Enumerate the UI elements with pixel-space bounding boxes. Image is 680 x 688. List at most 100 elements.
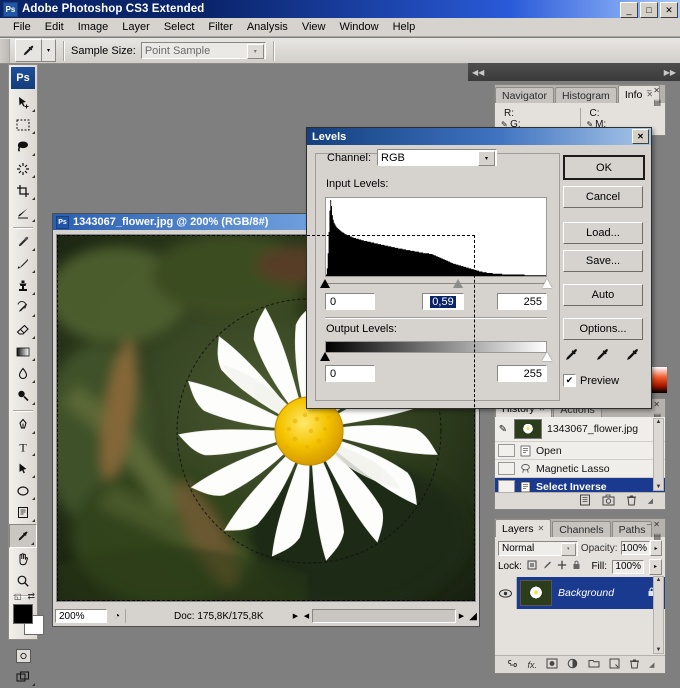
menu-edit[interactable]: Edit [38, 19, 71, 35]
save-button[interactable]: Save... [563, 250, 643, 272]
zoom-level-field[interactable]: 200% [55, 609, 107, 623]
layer-mask-icon[interactable] [546, 658, 558, 672]
set-white-point-icon[interactable] [624, 346, 641, 366]
menu-filter[interactable]: Filter [201, 19, 239, 35]
tool-preset-arrow[interactable]: ▾ [42, 39, 56, 62]
link-layers-icon[interactable] [506, 659, 519, 671]
history-state-magnetic-lasso[interactable]: Magnetic Lasso [495, 460, 665, 478]
eyedropper-icon[interactable] [15, 39, 42, 62]
history-snapshot-row[interactable]: ✎ 1343067_flower.jpg [495, 417, 665, 442]
layer-style-icon[interactable]: fx. [528, 660, 538, 670]
scroll-up-icon[interactable]: ▲ [654, 419, 663, 425]
delete-layer-icon[interactable] [629, 658, 640, 672]
menu-image[interactable]: Image [71, 19, 116, 35]
history-brush-tool[interactable] [9, 297, 37, 319]
scroll-down-icon[interactable]: ▼ [654, 647, 663, 653]
scroll-down-icon[interactable]: ▼ [654, 484, 663, 490]
output-white-slider[interactable] [542, 352, 552, 361]
panel-close-icon[interactable]: ✕ [653, 520, 662, 529]
layers-panel-window-controls[interactable]: –✕ [647, 520, 662, 529]
scroll-right-arrow[interactable]: ▶ [456, 609, 467, 623]
input-gamma-field[interactable]: 0,59 [422, 293, 464, 310]
opacity-field[interactable]: 100% [620, 541, 651, 555]
panel-dock-bar[interactable]: ◀◀ ▶▶ [468, 63, 680, 81]
new-group-icon[interactable] [588, 658, 600, 671]
scroll-up-icon[interactable]: ▲ [654, 577, 663, 583]
pen-tool[interactable] [9, 414, 37, 436]
menu-view[interactable]: View [295, 19, 333, 35]
resize-grip[interactable]: ◢ [467, 610, 477, 622]
options-bar-grip[interactable] [0, 38, 10, 63]
move-tool[interactable] [9, 92, 37, 114]
minimize-button[interactable]: _ [620, 2, 638, 18]
clone-stamp-tool[interactable] [9, 275, 37, 297]
status-menu-arrow[interactable]: ▶ [290, 609, 301, 623]
new-snapshot-icon[interactable] [602, 494, 615, 509]
history-state-open[interactable]: Open [495, 442, 665, 460]
menu-select[interactable]: Select [157, 19, 202, 35]
lock-position-icon[interactable] [557, 560, 567, 573]
input-white-field[interactable]: 255 [497, 293, 547, 310]
history-source-checkbox-3[interactable] [498, 480, 515, 492]
scroll-left-arrow[interactable]: ◀ [301, 609, 312, 623]
horizontal-scrollbar[interactable] [312, 609, 456, 623]
expand-dock-icon[interactable]: ▶▶ [664, 68, 676, 77]
auto-button[interactable]: Auto [563, 284, 643, 306]
levels-histogram[interactable] [325, 197, 547, 277]
menu-analysis[interactable]: Analysis [240, 19, 295, 35]
eraser-tool[interactable] [9, 319, 37, 341]
shape-tool[interactable] [9, 480, 37, 502]
panel-resize-grip[interactable]: ◢ [648, 497, 653, 505]
path-selection-tool[interactable] [9, 458, 37, 480]
preview-checkbox[interactable]: ✔ [563, 374, 576, 387]
levels-title-bar[interactable]: Levels ✕ [307, 128, 651, 145]
cancel-button[interactable]: Cancel [563, 186, 643, 208]
input-levels-slider[interactable] [320, 278, 552, 289]
current-tool-well[interactable]: ▾ [15, 39, 56, 62]
type-tool[interactable]: T [9, 436, 37, 458]
chevron-down-icon[interactable]: ▾ [478, 151, 496, 166]
options-button[interactable]: Options... [563, 318, 643, 340]
color-swatches[interactable]: ◱ ⇄ [13, 591, 44, 640]
output-levels-slider[interactable] [320, 351, 552, 362]
fill-slider-arrow[interactable]: ▸ [649, 558, 662, 575]
channel-select[interactable]: RGB ▾ [377, 149, 498, 166]
preview-options-icon[interactable]: ◔ [109, 609, 126, 623]
history-source-checkbox[interactable] [498, 444, 515, 457]
screen-mode-button[interactable] [9, 666, 37, 688]
delete-icon[interactable] [626, 494, 637, 509]
layers-scrollbar[interactable]: ▲ ▼ [653, 576, 664, 654]
tab-layers[interactable]: Layers ✕ [495, 519, 552, 537]
maximize-button[interactable]: □ [640, 2, 658, 18]
gradient-tool[interactable] [9, 341, 37, 363]
lock-all-icon[interactable] [572, 560, 581, 573]
info-panel-window-controls[interactable]: –✕ [647, 86, 662, 95]
panel-close-icon[interactable]: ✕ [653, 400, 662, 409]
output-white-field[interactable]: 255 [497, 365, 547, 382]
notes-tool[interactable] [9, 502, 37, 524]
zoom-tool[interactable] [9, 570, 37, 592]
new-layer-icon[interactable] [609, 658, 620, 672]
lasso-tool[interactable] [9, 136, 37, 158]
panel-close-icon[interactable]: ✕ [653, 86, 662, 95]
load-button[interactable]: Load... [563, 222, 643, 244]
lock-pixels-icon[interactable] [542, 560, 552, 573]
new-document-icon[interactable] [579, 494, 591, 509]
eyedropper-tool[interactable] [9, 524, 37, 548]
layer-row-background[interactable]: Background [495, 577, 665, 609]
hand-tool[interactable] [9, 548, 37, 570]
tab-navigator[interactable]: Navigator [495, 87, 554, 103]
blend-mode-select[interactable]: Normal ▾ [498, 540, 578, 556]
foreground-color-swatch[interactable] [13, 604, 33, 624]
sample-size-select[interactable]: Point Sample ▾ [140, 42, 266, 59]
magic-wand-tool[interactable] [9, 158, 37, 180]
close-icon[interactable]: ✕ [632, 129, 649, 144]
history-source-checkbox-2[interactable] [498, 462, 515, 475]
marquee-tool[interactable] [9, 114, 37, 136]
gamma-slider[interactable] [453, 279, 464, 288]
menu-window[interactable]: Window [332, 19, 385, 35]
fill-field[interactable]: 100% [612, 559, 644, 574]
opacity-slider-arrow[interactable]: ▸ [650, 540, 662, 556]
output-black-slider[interactable] [320, 352, 330, 361]
menu-layer[interactable]: Layer [115, 19, 157, 35]
